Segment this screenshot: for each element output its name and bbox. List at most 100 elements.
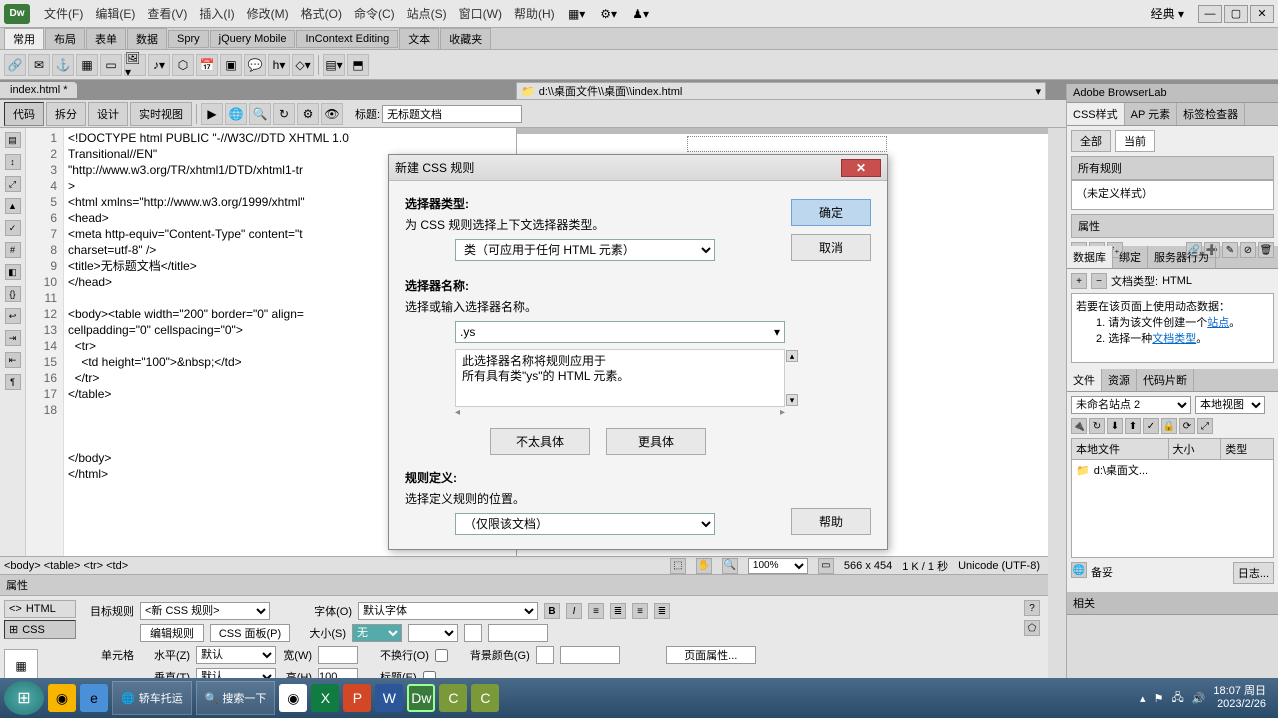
site-select[interactable]: 未命名站点 2 xyxy=(1071,396,1191,414)
live-view-button[interactable]: 实时视图 xyxy=(130,102,192,126)
window-size-icon[interactable]: ▭ xyxy=(818,558,834,574)
menu-edit[interactable]: 编辑(E) xyxy=(89,5,141,22)
div-icon[interactable]: ▭ xyxy=(100,54,122,76)
maximize-button[interactable]: ▢ xyxy=(1224,5,1248,23)
browserlab-panel-header[interactable]: Adobe BrowserLab xyxy=(1067,84,1278,103)
format-icon[interactable]: ¶ xyxy=(5,374,21,390)
tab-ap-elements[interactable]: AP 元素 xyxy=(1125,103,1178,125)
refresh-files-icon[interactable]: ↻ xyxy=(1089,418,1105,434)
table-icon[interactable]: ▦ xyxy=(76,54,98,76)
tab-data[interactable]: 数据 xyxy=(127,28,167,50)
width-input[interactable] xyxy=(318,646,358,664)
inspect-icon[interactable]: 🌐 xyxy=(225,103,247,125)
put-icon[interactable]: ⬆ xyxy=(1125,418,1141,434)
head-icon[interactable]: h▾ xyxy=(268,54,290,76)
server-icon[interactable]: ▣ xyxy=(220,54,242,76)
tab-spry[interactable]: Spry xyxy=(168,30,209,48)
edit-rule-button[interactable]: 编辑规则 xyxy=(140,624,204,642)
indent-icon[interactable]: ⇥ xyxy=(5,330,21,346)
expand-icon[interactable]: ⤢ xyxy=(1197,418,1213,434)
menu-format[interactable]: 格式(O) xyxy=(295,5,348,22)
file-row[interactable]: 📁 d:\桌面文... xyxy=(1072,460,1273,480)
widget-icon[interactable]: ⬡ xyxy=(172,54,194,76)
more-specific-button[interactable]: 更具体 xyxy=(606,428,706,455)
camtasia-icon[interactable]: C xyxy=(439,684,467,712)
select-tool-icon[interactable]: ⬚ xyxy=(670,558,686,574)
italic-icon[interactable]: I xyxy=(566,603,582,619)
align-center-icon[interactable]: ≣ xyxy=(610,603,626,619)
delete-icon[interactable]: 🗑 xyxy=(1258,242,1274,258)
chrome-pinned-icon[interactable]: ◉ xyxy=(48,684,76,712)
tab-common[interactable]: 常用 xyxy=(4,28,44,50)
script-icon[interactable]: ◇▾ xyxy=(292,54,314,76)
tab-tag-inspector[interactable]: 标签检查器 xyxy=(1177,103,1245,125)
bg-input[interactable] xyxy=(560,646,620,664)
properties-title[interactable]: 属性 xyxy=(0,575,1048,596)
disable-icon[interactable]: ⊘ xyxy=(1240,242,1256,258)
clock-time[interactable]: 18:07 周日 xyxy=(1213,685,1266,698)
anchor-icon[interactable]: ⚓ xyxy=(52,54,74,76)
create-site-link[interactable]: 站点 xyxy=(1207,317,1229,329)
hand-tool-icon[interactable]: ✋ xyxy=(696,558,712,574)
scroll-down-icon[interactable]: ▾ xyxy=(786,394,798,406)
image-icon[interactable]: 🖼▾ xyxy=(124,54,146,76)
template-icon[interactable]: ▤▾ xyxy=(323,54,345,76)
split-view-button[interactable]: 拆分 xyxy=(46,102,86,126)
rules-list[interactable]: （未定义样式） xyxy=(1071,180,1274,210)
window-size[interactable]: 566 x 454 xyxy=(844,560,892,572)
color-swatch[interactable] xyxy=(464,624,482,642)
tag-selector[interactable]: <body> <table> <tr> <td> xyxy=(0,560,132,572)
tab-forms[interactable]: 表单 xyxy=(86,28,126,50)
less-specific-button[interactable]: 不太具体 xyxy=(490,428,590,455)
color-input[interactable] xyxy=(488,624,548,642)
tab-assets[interactable]: 资源 xyxy=(1102,369,1137,391)
horz-select[interactable]: 默认 xyxy=(196,646,276,664)
log-button[interactable]: 日志... xyxy=(1233,562,1274,584)
scope-current-button[interactable]: 当前 xyxy=(1115,130,1155,152)
tab-databases[interactable]: 数据库 xyxy=(1067,246,1113,268)
tab-incontext[interactable]: InContext Editing xyxy=(296,30,398,48)
tag-icon[interactable]: ⬒ xyxy=(347,54,369,76)
view-select[interactable]: 本地视图 xyxy=(1195,396,1265,414)
quick-tag-icon[interactable]: ⬠ xyxy=(1024,620,1040,636)
clock-date[interactable]: 2023/2/26 xyxy=(1213,698,1266,711)
minimize-button[interactable]: — xyxy=(1198,5,1222,23)
document-tab[interactable]: index.html * xyxy=(0,82,77,98)
dialog-close-button[interactable]: ✕ xyxy=(841,159,881,177)
scroll-up-icon[interactable]: ▴ xyxy=(786,350,798,362)
outdent-icon[interactable]: ⇤ xyxy=(5,352,21,368)
help-icon[interactable]: ? xyxy=(1024,600,1040,616)
html-mode-button[interactable]: <>HTML xyxy=(4,600,76,618)
css-mode-button[interactable]: ⊞CSS xyxy=(4,620,76,639)
bold-icon[interactable]: B xyxy=(544,603,560,619)
tab-layout[interactable]: 布局 xyxy=(45,28,85,50)
layout-icon[interactable]: ▦▾ xyxy=(567,4,587,24)
media-icon[interactable]: ♪▾ xyxy=(148,54,170,76)
date-icon[interactable]: 📅 xyxy=(196,54,218,76)
scope-all-button[interactable]: 全部 xyxy=(1071,130,1111,152)
dropdown-icon[interactable]: ▾ xyxy=(1035,85,1041,98)
table-outline[interactable] xyxy=(687,136,887,152)
tab-text[interactable]: 文本 xyxy=(399,28,439,50)
menu-view[interactable]: 查看(V) xyxy=(141,5,193,22)
email-icon[interactable]: ✉ xyxy=(28,54,50,76)
word-icon[interactable]: W xyxy=(375,684,403,712)
css-panel-button[interactable]: CSS 面板(P) xyxy=(210,624,290,642)
select-icon[interactable]: ✓ xyxy=(5,220,21,236)
menu-site[interactable]: 站点(S) xyxy=(401,5,453,22)
menu-window[interactable]: 窗口(W) xyxy=(453,5,508,22)
related-panel-header[interactable]: 相关 xyxy=(1067,592,1278,615)
open-docs-icon[interactable]: ▤ xyxy=(5,132,21,148)
menu-help[interactable]: 帮助(H) xyxy=(508,5,561,22)
camtasia2-icon[interactable]: C xyxy=(471,684,499,712)
ie-pinned-icon[interactable]: e xyxy=(80,684,108,712)
browser-icon[interactable]: 🔍 xyxy=(249,103,271,125)
cancel-button[interactable]: 取消 xyxy=(791,234,871,261)
ok-button[interactable]: 确定 xyxy=(791,199,871,226)
system-tray[interactable]: ▴ ⚑ 🖧 🔊 18:07 周日 2023/2/26 xyxy=(1140,685,1274,711)
bg-swatch[interactable] xyxy=(536,646,554,664)
parent-icon[interactable]: ▲ xyxy=(5,198,21,214)
col-size[interactable]: 大小 xyxy=(1169,439,1222,459)
tray-network-icon[interactable]: 🖧 xyxy=(1171,689,1183,708)
syntax-icon[interactable]: {} xyxy=(5,286,21,302)
